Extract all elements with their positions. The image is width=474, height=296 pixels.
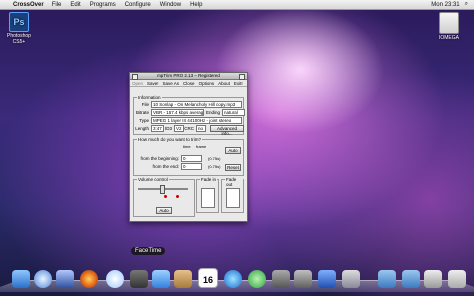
menu-file[interactable]: File bbox=[52, 2, 62, 8]
menu-programs[interactable]: Programs bbox=[90, 2, 116, 8]
preview-icon[interactable] bbox=[272, 270, 290, 288]
menu-options[interactable]: Options bbox=[199, 81, 215, 86]
begin-label: from the beginning: bbox=[140, 156, 179, 161]
app-store-icon[interactable] bbox=[34, 270, 52, 288]
trim-auto-button[interactable]: Auto bbox=[225, 147, 241, 154]
fade-out-options[interactable] bbox=[226, 188, 240, 208]
time-column-label: time bbox=[183, 144, 191, 149]
menu-exit[interactable]: Exit! bbox=[234, 81, 243, 86]
minimize-icon[interactable] bbox=[132, 74, 138, 80]
system-preferences-icon[interactable] bbox=[294, 270, 312, 288]
trim-reset-button[interactable]: Reset bbox=[225, 164, 241, 171]
menu-edit[interactable]: Edit bbox=[70, 2, 80, 8]
finder-icon[interactable] bbox=[12, 270, 30, 288]
menu-bar: CrossOver File Edit Programs Configure W… bbox=[0, 0, 474, 10]
applications-folder-icon[interactable] bbox=[378, 270, 396, 288]
window-titlebar[interactable]: mpTrim PRO 2.13 – Registered bbox=[130, 73, 247, 80]
menu-close[interactable]: Close bbox=[183, 81, 195, 86]
fade-in-options[interactable] bbox=[201, 188, 215, 208]
begin-frame-input[interactable]: 0 bbox=[181, 155, 202, 162]
fade-in-group: Fade in bbox=[196, 177, 219, 213]
volume-slider-handle[interactable] bbox=[160, 185, 165, 194]
dock: 16 bbox=[0, 262, 474, 292]
calendar-icon[interactable]: 16 bbox=[198, 268, 218, 288]
file-label: File bbox=[141, 102, 149, 107]
fade-out-group: Fade out bbox=[221, 177, 244, 213]
end-label: from the end: bbox=[152, 164, 179, 169]
menu-about[interactable]: About bbox=[218, 81, 230, 86]
type-field[interactable]: MPEG 1 layer III 44100Hz - joint stereo bbox=[151, 117, 242, 124]
file-field[interactable]: 10 Sonlap - On Melancholy Hill copy.mp3 bbox=[151, 101, 242, 108]
frame-column-label: frame bbox=[196, 144, 207, 149]
iomega-drive-icon[interactable]: IOMEGA bbox=[437, 12, 461, 41]
itunes-icon[interactable] bbox=[224, 270, 242, 288]
dock-tooltip: FaceTime bbox=[131, 247, 166, 255]
ending-field[interactable]: natural bbox=[222, 109, 245, 116]
trash-icon[interactable] bbox=[448, 270, 466, 288]
type-label: Type bbox=[139, 118, 149, 123]
menu-save-as[interactable]: Save As bbox=[163, 81, 180, 86]
length-label: Length bbox=[135, 126, 149, 131]
mail-icon[interactable] bbox=[152, 270, 170, 288]
menu-window[interactable]: Window bbox=[160, 2, 181, 8]
photoshop-desktop-icon[interactable]: Ps Photoshop CS5+ bbox=[3, 12, 35, 45]
bitrate-label: Bitrate bbox=[135, 110, 149, 115]
documents-folder-icon[interactable] bbox=[402, 270, 420, 288]
clock[interactable]: Mon 23:31 bbox=[431, 2, 459, 8]
facetime-icon[interactable] bbox=[130, 270, 148, 288]
volume-group-label: Volume control bbox=[137, 177, 169, 182]
mptrim-window: mpTrim PRO 2.13 – Registered Open Save! … bbox=[129, 72, 248, 222]
app-menu[interactable]: CrossOver bbox=[13, 2, 44, 8]
menu-save[interactable]: Save! bbox=[147, 81, 159, 86]
menu-help[interactable]: Help bbox=[190, 2, 202, 8]
drive-label: IOMEGA bbox=[438, 35, 459, 41]
crossover-icon[interactable] bbox=[318, 270, 336, 288]
advanced-info-button[interactable]: Advanced info... bbox=[210, 125, 244, 136]
mission-control-icon[interactable] bbox=[56, 270, 74, 288]
trim-group: How much do you want to trim? time frame… bbox=[133, 137, 244, 176]
firefox-icon[interactable] bbox=[80, 270, 98, 288]
volume-red-indicator bbox=[164, 195, 167, 198]
messages-icon[interactable] bbox=[248, 270, 266, 288]
drive-icon bbox=[439, 12, 459, 34]
id3-field[interactable]: V2 bbox=[174, 125, 184, 132]
safari-icon[interactable] bbox=[106, 270, 124, 288]
window-menu: Open Save! Save As Close Options About E… bbox=[130, 80, 247, 87]
volume-auto-button[interactable]: Auto bbox=[156, 207, 172, 214]
bitrate-field[interactable]: VBR - 157.4 kbps average bbox=[151, 109, 204, 116]
end-time: (0.75s) bbox=[208, 164, 221, 169]
textedit-icon[interactable] bbox=[342, 270, 360, 288]
volume-red-indicator-2 bbox=[176, 195, 179, 198]
begin-time: (0.75s) bbox=[208, 156, 221, 161]
photoshop-icon: Ps bbox=[9, 12, 29, 32]
spotlight-icon[interactable]: ⌕ bbox=[465, 1, 468, 8]
window-title: mpTrim PRO 2.13 – Registered bbox=[157, 73, 220, 78]
end-frame-input[interactable]: 0 bbox=[181, 163, 202, 170]
trim-group-label: How much do you want to trim? bbox=[137, 137, 203, 142]
info-group-label: Information bbox=[137, 95, 162, 100]
address-book-icon[interactable] bbox=[174, 270, 192, 288]
crc-label: CRC bbox=[184, 126, 194, 131]
fade-in-label: Fade in bbox=[200, 177, 218, 182]
photoshop-label: Photoshop CS5+ bbox=[7, 33, 31, 45]
close-icon[interactable] bbox=[239, 74, 245, 80]
crc-field[interactable]: no bbox=[196, 125, 206, 132]
info-group: Information File 10 Sonlap - On Melancho… bbox=[133, 95, 245, 136]
id3-label: ID3 bbox=[164, 126, 172, 131]
length-field[interactable]: 3:47 bbox=[151, 125, 164, 132]
menu-configure[interactable]: Configure bbox=[125, 2, 151, 8]
fade-out-label: Fade out bbox=[225, 177, 243, 187]
menu-open[interactable]: Open bbox=[132, 81, 143, 86]
ending-label: Ending bbox=[205, 110, 220, 115]
downloads-stack-icon[interactable] bbox=[424, 270, 442, 288]
volume-group: Volume control Auto bbox=[133, 177, 195, 217]
